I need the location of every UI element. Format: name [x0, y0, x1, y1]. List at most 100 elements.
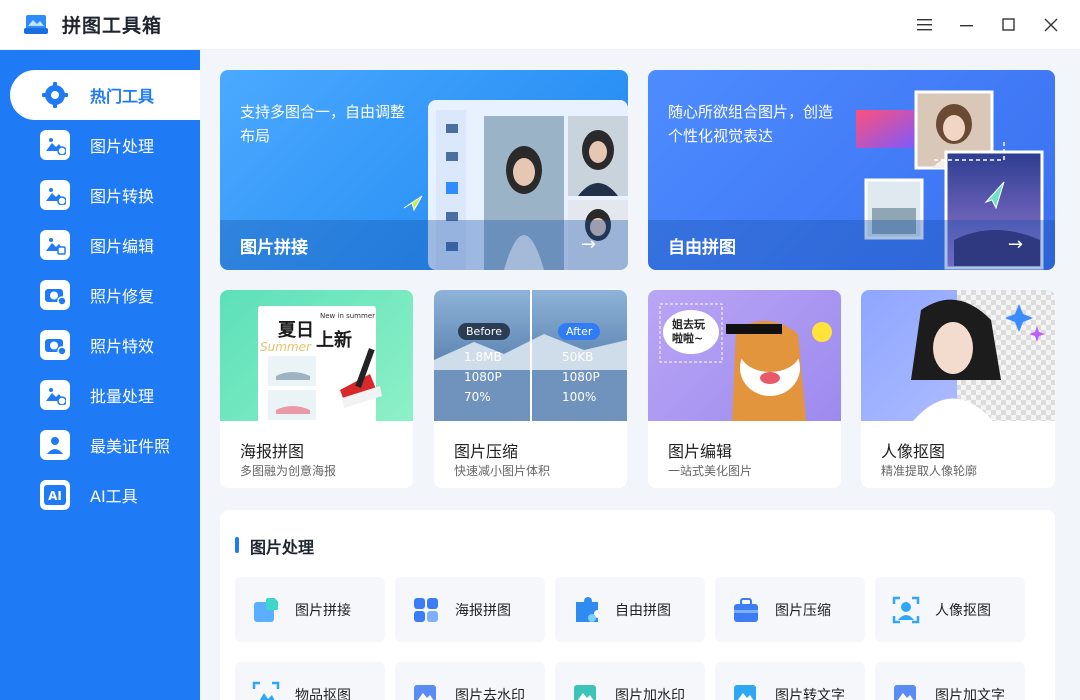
image-convert-icon — [40, 180, 70, 210]
tool-label: 海报拼图 — [455, 602, 511, 619]
poster-small-text: New in summer — [320, 312, 376, 320]
before-quality: 70% — [464, 390, 491, 404]
card-portrait-cutout[interactable]: 人像抠图 精准提取人像轮廓 — [861, 290, 1055, 488]
tool-label: 图片拼接 — [295, 602, 351, 619]
image-edit-icon — [40, 230, 70, 260]
sidebar-item-id-photo[interactable]: 最美证件照 — [0, 420, 200, 470]
section-image-processing: 图片处理 图片拼接 海报拼图 自由拼图 图片压缩 人像抠图 物品抠图 图片去水印… — [220, 510, 1055, 700]
tool-add-text[interactable]: 图片加文字 — [875, 662, 1025, 700]
portrait-cutout-icon — [892, 596, 920, 623]
arrow-right-icon: → — [580, 234, 596, 255]
cursor-arrow-icon — [403, 195, 423, 212]
tool-image-to-text[interactable]: 图片转文字 — [715, 662, 865, 700]
sidebar-item-hot-tools[interactable]: 热门工具 — [10, 70, 200, 120]
banner-description: 支持多图合一，自由调整布局 — [240, 103, 406, 145]
sidebar-item-label: 热门工具 — [90, 87, 155, 106]
poster-grid-icon — [414, 597, 438, 622]
tool-image-compress[interactable]: 图片压缩 — [715, 577, 865, 642]
card-subtitle: 多图融为创意海报 — [240, 464, 337, 478]
banner-description: 随心所欲组合图片，创造个性化视觉表达 — [668, 103, 834, 145]
sticker-text: 姐去玩 啦啦~ — [672, 318, 705, 345]
tool-label: 物品抠图 — [295, 687, 351, 700]
main-content: 支持多图合一，自由调整布局 图片拼接 → 随心所欲组合图片，创造个性化视觉表达 … — [200, 50, 1080, 700]
puzzle-piece-icon — [576, 596, 598, 622]
add-text-icon — [894, 684, 916, 700]
menu-icon[interactable] — [904, 0, 946, 50]
image-clock-icon — [40, 130, 70, 160]
tool-remove-watermark[interactable]: 图片去水印 — [395, 662, 545, 700]
title-bar: 拼图工具箱 — [0, 0, 1080, 50]
card-image-edit[interactable]: 姐去玩 啦啦~ 图片编辑 一站式美化图片 — [648, 290, 841, 488]
tool-label: 图片去水印 — [455, 687, 525, 700]
tool-free-collage[interactable]: 自由拼图 — [555, 577, 705, 642]
close-icon[interactable] — [1030, 0, 1072, 50]
poster-headline-2: 上新 — [316, 330, 352, 351]
card-subtitle: 快速减小图片体积 — [454, 464, 551, 478]
after-badge: After — [558, 323, 601, 340]
section-title: 图片处理 — [250, 538, 315, 557]
sidebar-item-batch[interactable]: 批量处理 — [0, 370, 200, 420]
after-resolution: 1080P — [562, 370, 600, 384]
compress-preview-image: Before 1.8MB 1080P 70% After 50KB 1080P … — [434, 290, 627, 421]
sidebar-item-photo-repair[interactable]: 照片修复 — [0, 270, 200, 320]
card-subtitle: 一站式美化图片 — [668, 464, 753, 478]
sidebar-item-image-processing[interactable]: 图片处理 — [0, 120, 200, 170]
before-badge: Before — [458, 323, 510, 340]
tool-label: 人像抠图 — [935, 602, 991, 619]
sidebar-item-ai-tools[interactable]: AI AI工具 — [0, 470, 200, 520]
card-title: 图片编辑 — [668, 442, 733, 461]
banner-title: 图片拼接 — [240, 237, 308, 258]
banner-free-collage[interactable]: 随心所欲组合图片，创造个性化视觉表达 自由拼图 → — [648, 70, 1055, 270]
sidebar-item-image-convert[interactable]: 图片转换 — [0, 170, 200, 220]
poster-headline: 夏日 — [278, 320, 314, 341]
object-cutout-icon — [252, 681, 280, 700]
gear-icon — [40, 80, 70, 110]
camera-magic-icon — [40, 330, 70, 360]
before-resolution: 1080P — [464, 370, 502, 384]
tool-label: 图片加水印 — [615, 687, 685, 700]
edit-preview-image: 姐去玩 啦啦~ — [648, 290, 841, 421]
tool-label: 自由拼图 — [615, 602, 671, 619]
tool-poster-collage[interactable]: 海报拼图 — [395, 577, 545, 642]
tool-label: 图片转文字 — [775, 687, 845, 700]
poster-script-text: Summer — [260, 340, 311, 354]
after-size: 50KB — [562, 350, 594, 364]
add-watermark-icon — [574, 684, 596, 700]
tool-image-stitch[interactable]: 图片拼接 — [235, 577, 385, 642]
puzzle-icon — [254, 594, 281, 622]
card-image-compress[interactable]: Before 1.8MB 1080P 70% After 50KB 1080P … — [434, 290, 627, 488]
tool-add-watermark[interactable]: 图片加水印 — [555, 662, 705, 700]
banner-footer: 图片拼接 — [220, 220, 628, 270]
sidebar: 热门工具 图片处理 图片转换 图片编辑 照片修复 照片特效 批量处理 最美证件照… — [0, 50, 200, 700]
tool-object-cutout[interactable]: 物品抠图 — [235, 662, 385, 700]
image-batch-icon — [40, 380, 70, 410]
sidebar-item-label: 批量处理 — [90, 387, 155, 406]
tool-label: 图片加文字 — [935, 687, 1005, 700]
poster-preview-image: 夏日 上新 New in summer Summer — [220, 290, 413, 421]
sidebar-item-label: 图片编辑 — [90, 237, 155, 256]
tool-label: 图片压缩 — [775, 602, 831, 619]
minimize-icon[interactable] — [946, 0, 988, 50]
sidebar-item-image-edit[interactable]: 图片编辑 — [0, 220, 200, 270]
card-title: 海报拼图 — [240, 442, 305, 461]
sidebar-item-photo-effects[interactable]: 照片特效 — [0, 320, 200, 370]
card-title: 图片压缩 — [454, 442, 519, 461]
ai-icon: AI — [40, 480, 70, 510]
banner-title: 自由拼图 — [668, 237, 736, 258]
card-poster-collage[interactable]: 夏日 上新 New in summer Summer 海报拼图 多图融为创意海报 — [220, 290, 413, 488]
image-to-text-icon — [734, 684, 756, 700]
svg-text:AI: AI — [48, 489, 62, 503]
toolbox-icon — [734, 597, 758, 622]
section-accent-bar — [235, 537, 239, 553]
id-photo-icon — [40, 430, 70, 460]
tool-portrait-cutout[interactable]: 人像抠图 — [875, 577, 1025, 642]
card-subtitle: 精准提取人像轮廓 — [881, 464, 978, 478]
sidebar-item-label: 最美证件照 — [90, 437, 171, 456]
card-title: 人像抠图 — [881, 442, 946, 461]
sidebar-item-label: 照片特效 — [90, 337, 155, 356]
banner-image-stitch[interactable]: 支持多图合一，自由调整布局 图片拼接 → — [220, 70, 628, 270]
remove-watermark-icon — [414, 684, 436, 700]
after-quality: 100% — [562, 390, 597, 404]
maximize-icon[interactable] — [988, 0, 1030, 50]
banner-footer: 自由拼图 — [648, 220, 1055, 270]
